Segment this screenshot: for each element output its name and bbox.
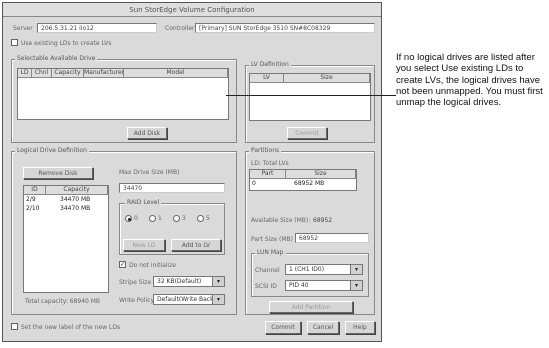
new-ld-button[interactable]: New LD	[123, 239, 165, 251]
raid-0-label: 0	[134, 215, 138, 222]
channel-select[interactable]: 1 (CH1 ID0) ▾	[285, 264, 363, 275]
cancel-button[interactable]: Cancel	[307, 321, 339, 334]
annotation-note: If no logical drives are listed after yo…	[396, 52, 543, 109]
lv-commit-button[interactable]: Commit	[287, 127, 327, 139]
col-chnl[interactable]: Chnl	[32, 69, 52, 78]
server-field[interactable]: 206.5.31.21 ilo12	[37, 23, 157, 33]
do-not-initialize-label: Do not initialize	[129, 262, 176, 269]
raid-3-label: 3	[182, 215, 186, 222]
dialog-title: Sun StorEdge Volume Configuration	[3, 3, 381, 17]
part-size-label: Part Size (MB)	[251, 236, 293, 243]
do-not-initialize-checkbox[interactable]: ✓	[119, 261, 126, 268]
max-size-label: Max Drive Size (MB)	[119, 169, 180, 176]
available-size-label: Available Size (MB):	[251, 217, 311, 224]
available-size-value: 68952	[313, 217, 333, 224]
commit-button[interactable]: Commit	[265, 321, 301, 334]
chevron-down-icon: ▾	[212, 295, 224, 304]
raid-5-radio[interactable]	[197, 215, 204, 222]
part-size-input[interactable]: 68952	[295, 233, 369, 243]
row-part: 0	[252, 180, 256, 187]
stripe-size-select[interactable]: 32 KB(Default) ▾	[153, 276, 225, 287]
partitions-title: Partitions	[249, 147, 282, 154]
lun-map-title: LUN Map	[255, 249, 286, 256]
add-partition-button[interactable]: Add Partition	[269, 301, 353, 313]
col-model[interactable]: Model	[124, 69, 228, 78]
col-size[interactable]: Size	[284, 74, 370, 83]
col-lv[interactable]: LV	[250, 74, 284, 83]
row-capacity: 34470 MB	[60, 205, 91, 212]
col-ld-capacity[interactable]: Capacity	[46, 186, 108, 195]
add-disk-button[interactable]: Add Disk	[127, 127, 167, 139]
server-label: Server	[13, 25, 33, 32]
controller-field[interactable]: [Primary] SUN StorEdge 3510 SN#8C08329	[195, 23, 375, 33]
col-part[interactable]: Part	[250, 170, 286, 179]
write-policy-select[interactable]: Default(Write Back) ▾	[153, 294, 225, 305]
col-ld[interactable]: LD	[18, 69, 32, 78]
table-row[interactable]: 2/10 34470 MB	[24, 205, 108, 214]
partition-table[interactable]: Part Size 0 68952 MB	[249, 169, 357, 191]
ld-disk-table[interactable]: ID Capacity 2/9 34470 MB 2/10 34470 MB	[23, 185, 109, 293]
scsi-id-label: SCSI ID	[255, 283, 277, 290]
table-row[interactable]: 2/9 34470 MB	[24, 196, 108, 205]
col-manufacturer[interactable]: Manufacturer	[84, 69, 124, 78]
lv-table[interactable]: LV Size	[249, 73, 371, 121]
config-dialog: Sun StorEdge Volume Configuration Server…	[2, 2, 382, 342]
selectable-drives-table[interactable]: LD Chnl Capacity Manufacturer Model	[17, 68, 229, 120]
row-part-size: 68952 MB	[294, 180, 325, 187]
ld-total-label: LD: Total LVs	[251, 160, 289, 167]
add-to-lv-button[interactable]: Add to LV	[171, 239, 221, 251]
table-row[interactable]: 0 68952 MB	[250, 180, 356, 189]
col-capacity[interactable]: Capacity	[52, 69, 84, 78]
row-capacity: 34470 MB	[60, 196, 91, 203]
controller-label: Controller	[165, 25, 195, 32]
col-id[interactable]: ID	[24, 186, 46, 195]
chevron-down-icon: ▾	[350, 281, 362, 290]
row-id: 2/9	[26, 196, 36, 203]
raid-0-radio[interactable]	[125, 215, 132, 222]
raid-3-radio[interactable]	[173, 215, 180, 222]
stripe-size-label: Stripe Size	[119, 279, 152, 286]
channel-label: Channel	[255, 267, 280, 274]
max-size-input[interactable]: 34470	[119, 183, 225, 193]
raid-1-radio[interactable]	[149, 215, 156, 222]
col-part-size[interactable]: Size	[286, 170, 356, 179]
use-existing-lds-label: Use existing LDs to create LVs	[21, 40, 112, 47]
raid-5-label: 5	[206, 215, 210, 222]
ld-definition-title: Logical Drive Definition	[15, 147, 89, 154]
scsi-id-select[interactable]: PID 40 ▾	[285, 280, 363, 291]
raid-level-title: RAID Level	[125, 199, 162, 206]
raid-1-label: 1	[158, 215, 162, 222]
remove-disk-button[interactable]: Remove Disk	[23, 167, 93, 179]
chevron-down-icon: ▾	[350, 265, 362, 274]
lv-definition-title: LV Definition	[249, 61, 291, 68]
set-label-text: Set the new label of the new LDs	[21, 324, 121, 331]
selectable-drives-title: Selectable Available Drive	[15, 55, 98, 62]
write-policy-label: Write Policy	[119, 297, 155, 304]
use-existing-lds-checkbox[interactable]	[11, 39, 18, 46]
help-button[interactable]: Help	[345, 321, 375, 334]
callout-line	[226, 95, 396, 96]
set-label-checkbox[interactable]	[11, 323, 18, 330]
chevron-down-icon: ▾	[212, 277, 224, 286]
total-capacity-label: Total capacity: 68940 MB	[25, 298, 101, 305]
row-id: 2/10	[26, 205, 40, 212]
